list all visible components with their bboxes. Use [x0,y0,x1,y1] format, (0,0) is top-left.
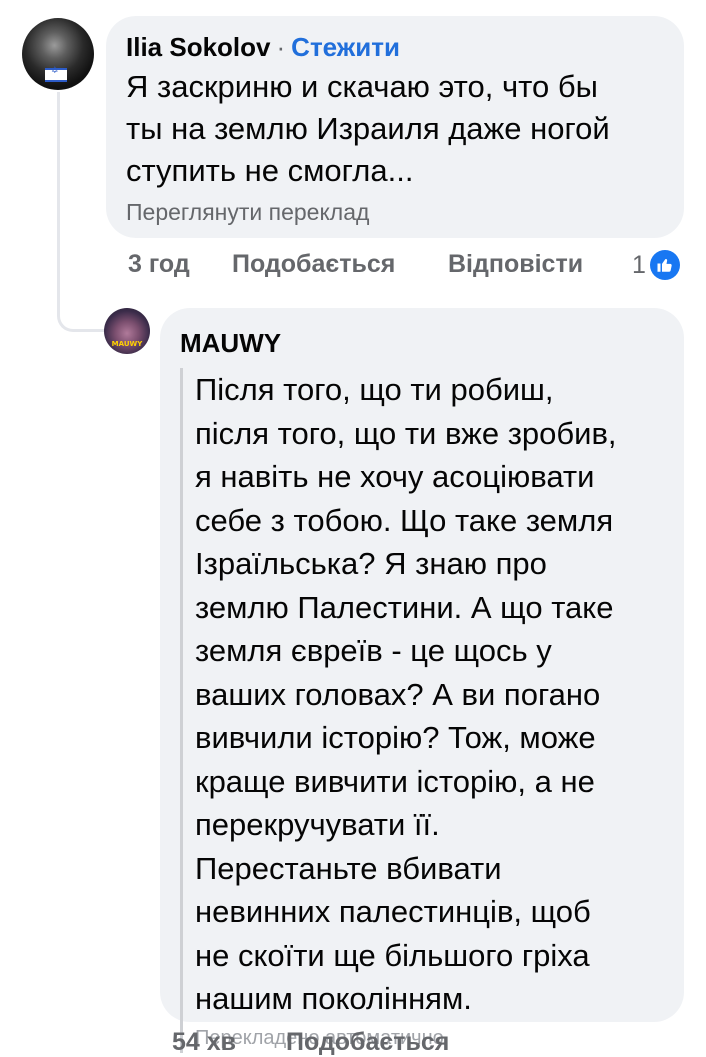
avatar-mauwy[interactable]: MAUWY [104,308,150,354]
separator-dot: · [276,32,286,62]
comment-text-line: себе з тобою. Що таке земля [195,502,614,538]
author-name[interactable]: Ilia Sokolov [126,32,271,62]
comment-text-line: земля євреїв - це щось у [195,633,552,668]
translated-text-block: Після того, що ти робиш, після того, що … [180,368,664,1053]
comment-text-line: нашим поколінням. [195,981,472,1016]
like-thumb-icon [649,250,680,280]
comment-text-line: землю Палестини. А що таке [195,589,614,625]
comment-text-line: після того, що ти вже зробив, [195,415,617,451]
comment-bubble-ilia-sokolov: Ilia Sokolov · Стежити Я заскриню и скачаю… [106,16,684,238]
comment-text-line: краще вивчити історію, а не [195,763,595,799]
comment-text-line: ваших головах? А ви погано [195,676,601,712]
comment-header: Ilia Sokolov · Стежити [126,30,664,64]
comment-timestamp[interactable]: 3 год [128,250,232,279]
author-name[interactable]: MAUWY [180,328,281,358]
comment-header: MAUWY [180,326,664,360]
comment-bubble-mauwy: MAUWY Після того, що ти робиш, після тог… [160,308,684,1053]
like-button[interactable]: Подобається [286,1028,449,1057]
follow-button[interactable]: Стежити [291,32,400,62]
israel-flag-icon [45,66,67,82]
comment-text-line: невинних палестинців, щоб [195,894,591,929]
comment-text: Я заскриню и скачаю это, что бы ты на зе… [126,66,664,192]
like-button[interactable]: Подобається [232,250,448,279]
see-translation-link[interactable]: Переглянути переклад [126,196,664,228]
reaction-summary[interactable]: 1 [632,250,680,280]
comment-text-line: Ізраїльська? Я знаю про [195,546,547,581]
comment-text-line: не скоїти ще більшого гріха [195,937,590,973]
comment-text-line: я навіть не хочу асоціювати [195,459,595,494]
reaction-count: 1 [632,250,646,279]
comment-text-line: Перестаньте вбивати [195,850,502,886]
comment-text-line: Я заскриню и скачаю это, что бы [126,69,598,104]
comment-timestamp[interactable]: 54 хв [172,1028,286,1057]
comment-text-line: ступить не смогла... [126,153,414,188]
avatar-ilia-sokolov[interactable] [22,18,94,90]
comment-text: Після того, що ти робиш, після того, що … [195,368,664,1021]
reply-thread-connector [57,92,107,332]
comment-actions: 54 хв Подобається [172,1028,449,1057]
reply-button[interactable]: Відповісти [448,250,583,279]
comment-text-line: перекручувати її. [195,807,440,842]
avatar-logo-text: MAUWY [111,340,143,348]
comment-text-line: ты на землю Израиля даже ногой [126,111,610,146]
comment-text-line: вивчили історію? Тож, може [195,720,596,755]
comment-text-line: Після того, що ти робиш, [195,372,554,407]
comment-actions: 3 год Подобається Відповісти [128,250,583,279]
